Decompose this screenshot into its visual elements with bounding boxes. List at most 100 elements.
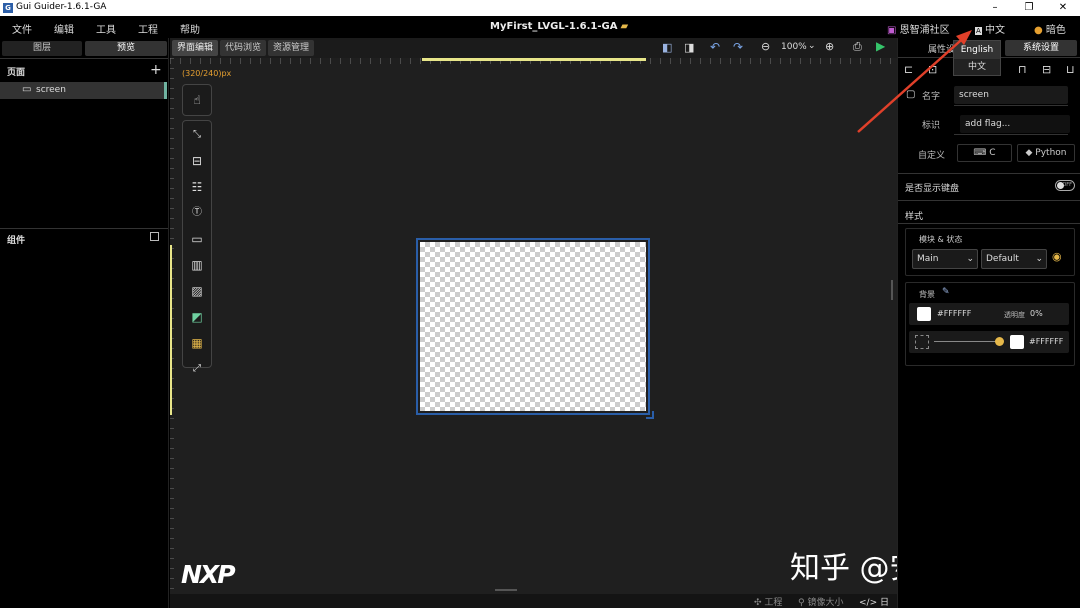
pointer-tool-group: ☝: [182, 84, 212, 116]
gradient-slider-track[interactable]: [934, 341, 1000, 342]
divider: [898, 200, 1080, 201]
status-bar: ✣ 工程 ⚲ 镜像大小 </> 日志: [170, 594, 897, 608]
line-widget-icon[interactable]: ◩: [184, 305, 210, 329]
annotation-arrow-icon: [857, 30, 972, 133]
custom-c-button[interactable]: ⌨ C: [957, 144, 1012, 162]
tab-resource-manager[interactable]: 资源管理: [268, 40, 315, 56]
keyboard-toggle[interactable]: OFF: [1055, 180, 1075, 191]
zoom-level[interactable]: 100%: [781, 42, 807, 52]
part-state-box: 模块 & 状态 Main ⌄ Default ⌄ ◉: [905, 228, 1075, 276]
part-select-value: Main: [917, 254, 939, 264]
state-select[interactable]: Default ⌄: [981, 249, 1047, 269]
left-panel: 图层 预览 页面 + ▭ screen 组件: [0, 38, 169, 608]
screen-item-label: screen: [36, 85, 66, 95]
chart-widget-icon[interactable]: ▥: [184, 253, 210, 277]
monitor-icon: ▭: [22, 84, 32, 95]
gradient-slider-handle[interactable]: [995, 337, 1004, 346]
image-widget-icon[interactable]: ▨: [184, 279, 210, 303]
widgets-title: 组件: [7, 236, 26, 246]
status-log-label: 日志: [879, 598, 889, 608]
divider: [0, 58, 168, 59]
status-project-label: 工程: [764, 598, 783, 608]
background-box: 背景 ✎ #FFFFFF 透明度 0% #FFFFFF: [905, 282, 1075, 366]
menu-tools[interactable]: 工具: [96, 21, 116, 36]
gradient-icon[interactable]: [915, 335, 929, 349]
menu-project[interactable]: 工程: [138, 21, 158, 36]
zoom-in-icon[interactable]: ⊕: [825, 40, 834, 53]
page-tree-item-screen[interactable]: ▭ screen: [0, 82, 167, 99]
align-middle-icon[interactable]: ⊟: [1042, 63, 1051, 76]
hand-pointer-icon[interactable]: ☝: [184, 88, 210, 112]
undo-icon[interactable]: ↶: [710, 40, 720, 54]
nxp-logo: NXP: [181, 560, 236, 589]
tab-code-viewer[interactable]: 代码浏览: [220, 40, 267, 56]
menu-file[interactable]: 文件: [12, 21, 32, 36]
container-widget-icon[interactable]: ⊟: [184, 149, 210, 173]
zoom-out-icon[interactable]: ⊖: [761, 40, 770, 53]
input-widget-icon[interactable]: ▭: [184, 227, 210, 251]
window-title: Gui Guider-1.6.1-GA: [16, 2, 107, 12]
tab-ui-editor[interactable]: 界面编辑: [172, 40, 219, 56]
background-label: 背景: [919, 290, 935, 299]
close-button[interactable]: ✕: [1046, 0, 1080, 16]
bg-color-swatch[interactable]: [917, 307, 931, 321]
menu-help[interactable]: 帮助: [180, 21, 200, 36]
gradient-color-swatch[interactable]: [1010, 335, 1024, 349]
custom-python-button[interactable]: ◆ Python: [1017, 144, 1075, 162]
editor-toolbar: 界面编辑 代码浏览 资源管理 ◧ ◨ ↶ ↷ ⊖ 100% ⌄ ⊕ ⎙ ▶: [170, 38, 897, 58]
send-back-icon[interactable]: ◨: [684, 41, 694, 54]
paint-bucket-icon: ✎: [942, 287, 950, 297]
custom-c-label: C: [989, 148, 996, 158]
status-project[interactable]: ✣ 工程: [754, 595, 782, 608]
folder-icon[interactable]: ▰: [620, 21, 628, 32]
expand-icon[interactable]: ⤢: [184, 357, 210, 381]
palette-icon: ●: [1034, 25, 1043, 36]
popout-icon[interactable]: [150, 232, 159, 241]
custom-label: 自定义: [918, 151, 946, 161]
gradient-color-value[interactable]: #FFFFFF: [1029, 337, 1063, 346]
eye-icon[interactable]: ◉: [1052, 250, 1062, 263]
status-image-size[interactable]: ⚲ 镜像大小: [798, 595, 843, 608]
divider: [898, 223, 1080, 224]
label-widget-icon[interactable]: Ⓣ: [184, 201, 210, 225]
screen-preview[interactable]: [416, 238, 650, 415]
bg-color-value[interactable]: #FFFFFF: [937, 309, 971, 318]
part-select[interactable]: Main ⌄: [912, 249, 978, 269]
app-icon: G: [3, 3, 13, 13]
restore-button[interactable]: ❐: [1012, 0, 1046, 16]
tab-preview[interactable]: 预览: [85, 41, 167, 56]
redo-icon[interactable]: ↷: [733, 40, 743, 54]
custom-python-label: Python: [1035, 148, 1067, 158]
resolution-label: (320/240)px: [182, 69, 232, 78]
minimize-button[interactable]: –: [978, 0, 1012, 16]
resize-handle-icon[interactable]: [646, 411, 654, 419]
align-bottom-icon[interactable]: ⊔: [1066, 63, 1075, 76]
menu-edit[interactable]: 编辑: [54, 21, 74, 36]
pages-title: 页面: [7, 68, 26, 78]
button-widget-icon[interactable]: ☷: [184, 175, 210, 199]
state-select-value: Default: [986, 254, 1019, 264]
theme-label: 暗色: [1045, 25, 1066, 36]
gradient-row: #FFFFFF: [909, 331, 1069, 353]
divider: [898, 173, 1080, 174]
language-label: 中文: [984, 25, 1005, 36]
align-top-icon[interactable]: ⊓: [1018, 63, 1027, 76]
tab-system-settings[interactable]: 系统设置: [1005, 40, 1077, 56]
opacity-value[interactable]: 0%: [1030, 309, 1043, 318]
tab-layers[interactable]: 图层: [2, 41, 82, 56]
project-title-text: MyFirst_LVGL-1.6.1-GA: [490, 21, 618, 32]
ruler-highlight-vertical: [170, 245, 172, 415]
status-log[interactable]: </> 日志: [859, 595, 897, 608]
splitter-handle[interactable]: [495, 589, 517, 591]
toggle-knob: [1057, 182, 1064, 189]
collapse-icon[interactable]: ⤡: [184, 123, 210, 147]
diamond-icon: ◆: [1025, 148, 1033, 158]
chevron-down-icon[interactable]: ⌄: [808, 41, 816, 51]
ruler-highlight: [422, 58, 646, 61]
bg-color-row: #FFFFFF 透明度 0%: [909, 303, 1069, 325]
theme-switch[interactable]: ● 暗色: [1034, 21, 1066, 36]
grid-widget-icon[interactable]: ▦: [184, 331, 210, 355]
add-page-icon[interactable]: +: [150, 62, 162, 78]
splitter-handle-vertical[interactable]: [891, 280, 893, 300]
bring-front-icon[interactable]: ◧: [662, 41, 672, 54]
